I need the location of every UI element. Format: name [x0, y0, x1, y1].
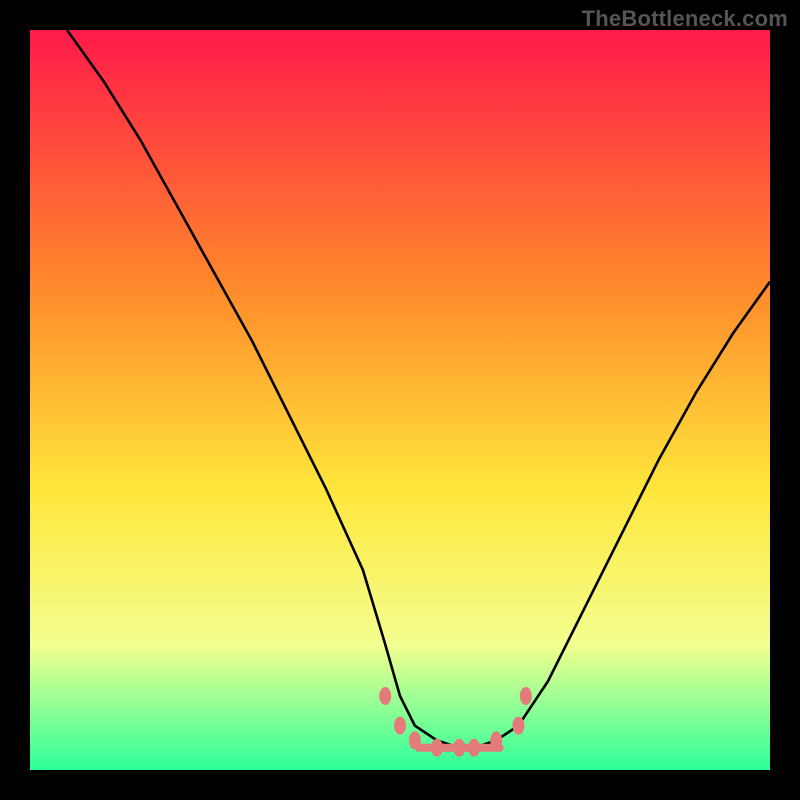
curve-marker	[394, 717, 406, 735]
curve-marker	[490, 731, 502, 749]
curve-marker	[409, 731, 421, 749]
bottleneck-plot	[30, 30, 770, 770]
curve-marker	[453, 739, 465, 757]
watermark-text: TheBottleneck.com	[582, 6, 788, 32]
curve-marker	[379, 687, 391, 705]
curve-marker	[520, 687, 532, 705]
curve-marker	[512, 717, 524, 735]
plot-svg	[30, 30, 770, 770]
curve-marker	[431, 739, 443, 757]
chart-frame: TheBottleneck.com	[0, 0, 800, 800]
curve-marker	[468, 739, 480, 757]
